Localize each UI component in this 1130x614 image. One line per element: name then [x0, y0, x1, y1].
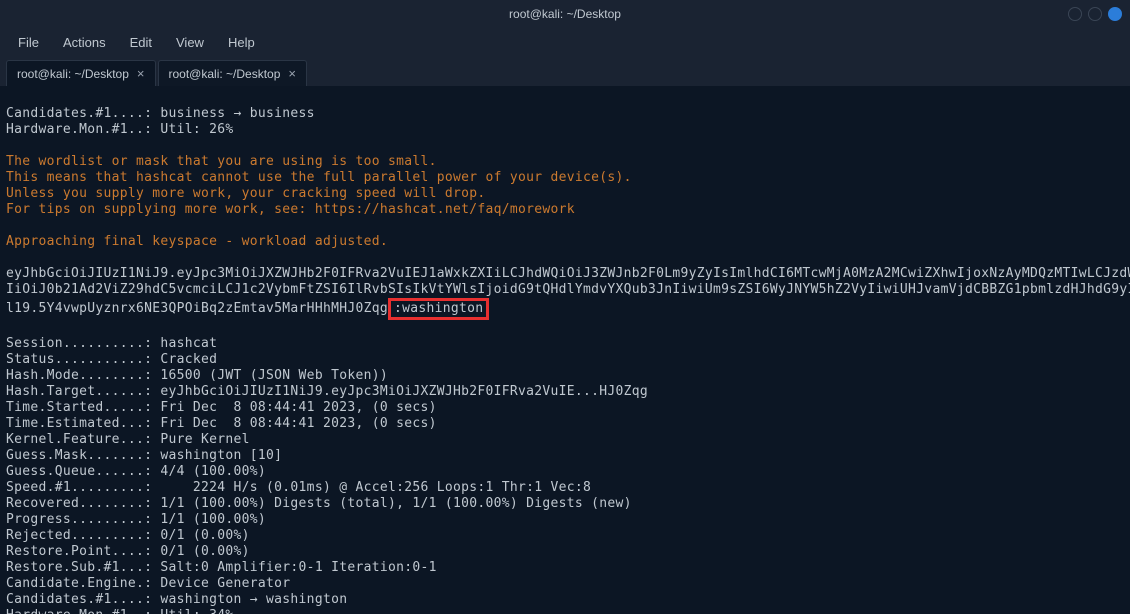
menu-edit[interactable]: Edit — [120, 31, 162, 54]
terminal-output[interactable]: Candidates.#1....: business → business H… — [0, 86, 1130, 614]
status-line: Candidates.#1....: washington → washingt… — [6, 592, 347, 607]
jwt-line: l19.5Y4vwpUyznrx6NE3QPOiBq2zEmtav5MarHHh… — [6, 301, 388, 316]
output-line: Candidates.#1....: business → business — [6, 106, 315, 121]
info-line: Approaching final keyspace - workload ad… — [6, 234, 388, 249]
menubar: File Actions Edit View Help — [0, 28, 1130, 56]
jwt-line: eyJhbGciOiJIUzI1NiJ9.eyJpc3MiOiJXZWJHb2F… — [6, 266, 1130, 281]
status-line: Time.Estimated...: Fri Dec 8 08:44:41 20… — [6, 416, 437, 431]
status-line: Guess.Mask.......: washington [10] — [6, 448, 282, 463]
output-line: Hardware.Mon.#1..: Util: 26% — [6, 122, 234, 137]
maximize-button[interactable] — [1088, 7, 1102, 21]
status-line: Guess.Queue......: 4/4 (100.00%) — [6, 464, 266, 479]
status-line: Session..........: hashcat — [6, 336, 217, 351]
terminal-tab[interactable]: root@kali: ~/Desktop × — [6, 60, 156, 86]
status-line: Time.Started.....: Fri Dec 8 08:44:41 20… — [6, 400, 437, 415]
status-line: Progress.........: 1/1 (100.00%) — [6, 512, 266, 527]
window-title: root@kali: ~/Desktop — [509, 7, 621, 21]
status-line: Hardware.Mon.#1..: Util: 34% — [6, 608, 234, 614]
menu-view[interactable]: View — [166, 31, 214, 54]
warning-line: The wordlist or mask that you are using … — [6, 154, 437, 169]
status-line: Restore.Point....: 0/1 (0.00%) — [6, 544, 250, 559]
menu-actions[interactable]: Actions — [53, 31, 116, 54]
window-controls — [1068, 7, 1122, 21]
menu-help[interactable]: Help — [218, 31, 265, 54]
terminal-tab[interactable]: root@kali: ~/Desktop × — [158, 60, 308, 86]
status-line: Status...........: Cracked — [6, 352, 217, 367]
close-icon[interactable]: × — [288, 66, 296, 81]
status-line: Kernel.Feature...: Pure Kernel — [6, 432, 250, 447]
status-line: Hash.Target......: eyJhbGciOiJIUzI1NiJ9.… — [6, 384, 648, 399]
status-line: Restore.Sub.#1...: Salt:0 Amplifier:0-1 … — [6, 560, 437, 575]
status-line: Speed.#1.........: 2224 H/s (0.01ms) @ A… — [6, 480, 591, 495]
tab-label: root@kali: ~/Desktop — [169, 67, 281, 81]
tabbar: root@kali: ~/Desktop × root@kali: ~/Desk… — [0, 56, 1130, 86]
titlebar: root@kali: ~/Desktop — [0, 0, 1130, 28]
warning-line: This means that hashcat cannot use the f… — [6, 170, 632, 185]
status-line: Recovered........: 1/1 (100.00%) Digests… — [6, 496, 632, 511]
tab-label: root@kali: ~/Desktop — [17, 67, 129, 81]
cracked-password-highlight: :washington — [388, 298, 489, 320]
status-line: Candidate.Engine.: Device Generator — [6, 576, 290, 591]
menu-file[interactable]: File — [8, 31, 49, 54]
minimize-button[interactable] — [1068, 7, 1082, 21]
close-icon[interactable]: × — [137, 66, 145, 81]
warning-line: For tips on supplying more work, see: ht… — [6, 202, 575, 217]
warning-line: Unless you supply more work, your cracki… — [6, 186, 485, 201]
status-line: Rejected.........: 0/1 (0.00%) — [6, 528, 250, 543]
jwt-line: IiOiJ0b21Ad2ViZ29hdC5vcmciLCJ1c2VybmFtZS… — [6, 282, 1130, 297]
close-button[interactable] — [1108, 7, 1122, 21]
status-line: Hash.Mode........: 16500 (JWT (JSON Web … — [6, 368, 388, 383]
